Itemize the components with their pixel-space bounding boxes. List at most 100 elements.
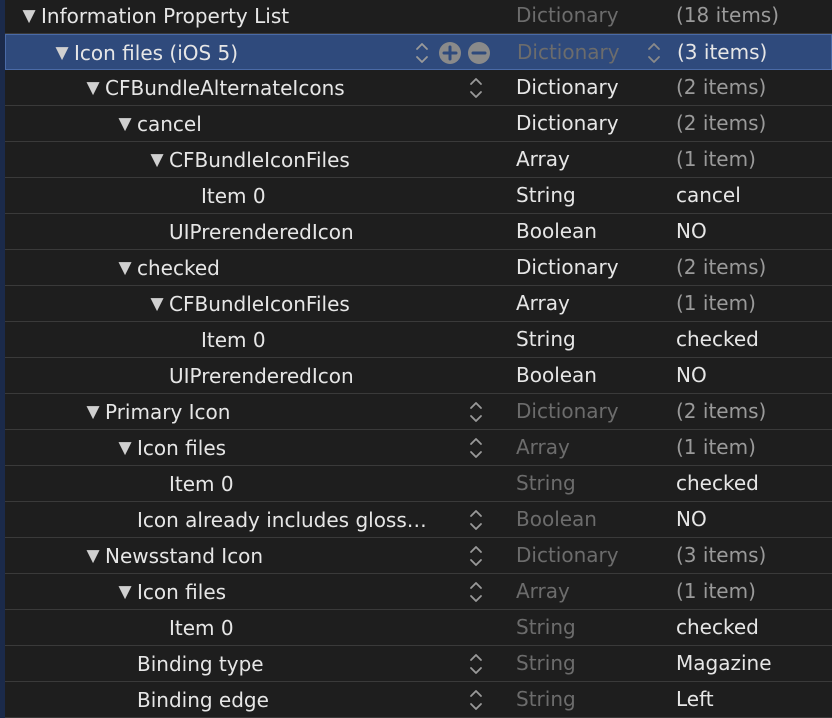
type-cell[interactable]: String [516,682,666,718]
plist-row[interactable]: ▼Icon already includes gloss… Boolean NO [5,502,832,538]
key-cell[interactable]: ▼Icon already includes gloss… [137,502,451,538]
type-cell[interactable]: String [516,466,666,502]
key-stepper-icon[interactable] [469,430,482,466]
remove-item-button[interactable] [468,42,490,64]
key-stepper-icon[interactable] [469,646,482,682]
plist-row[interactable]: ▼ CFBundleIconFiles Array (1 item) [5,142,832,178]
value-cell[interactable]: (1 item) [676,574,832,610]
value-cell[interactable]: NO [676,214,832,250]
key-cell[interactable]: ▼ cancel [115,106,505,142]
key-cell[interactable]: ▼ Icon files [115,430,451,466]
value-cell[interactable]: (2 items) [676,70,832,106]
disclosure-triangle-icon[interactable]: ▼ [147,287,167,321]
value-cell[interactable]: (1 item) [676,430,832,466]
type-cell[interactable]: Array [516,286,666,322]
disclosure-triangle-icon[interactable]: ▼ [115,107,135,141]
key-stepper-icon[interactable] [469,538,482,574]
plist-row[interactable]: ▼ CFBundleAlternateIcons Dictionary (2 item… [5,70,832,106]
type-cell[interactable]: String [516,610,666,646]
add-item-button[interactable] [439,42,461,64]
value-cell[interactable]: Magazine [676,646,832,682]
type-cell[interactable]: Array [516,574,666,610]
key-stepper-icon[interactable] [469,574,482,610]
key-cell[interactable]: ▼Item 0 [201,322,505,358]
type-cell[interactable]: Array [516,430,666,466]
disclosure-triangle-icon[interactable]: ▼ [83,395,103,429]
plist-row[interactable]: ▼ checked Dictionary (2 items) [5,250,832,286]
disclosure-triangle-icon[interactable]: ▼ [147,143,167,177]
value-cell[interactable]: checked [676,466,832,502]
key-cell[interactable]: ▼Item 0 [201,178,505,214]
type-cell[interactable]: Array [516,142,666,178]
value-cell[interactable]: (3 items) [676,538,832,574]
disclosure-triangle-icon[interactable]: ▼ [19,0,39,33]
disclosure-triangle-icon[interactable]: ▼ [115,575,135,609]
key-cell[interactable]: ▼UIPrerenderedIcon [169,358,505,394]
key-cell[interactable]: ▼Binding edge [137,682,451,718]
type-cell[interactable]: Boolean [516,502,666,538]
key-cell[interactable]: ▼ CFBundleAlternateIcons [83,70,451,106]
disclosure-triangle-icon[interactable]: ▼ [115,431,135,465]
type-cell[interactable]: Dictionary [516,538,666,574]
key-cell[interactable]: ▼ checked [115,250,505,286]
plist-row[interactable]: ▼ Icon files Array (1 item) [5,430,832,466]
value-cell[interactable]: NO [676,502,832,538]
plist-row[interactable]: ▼UIPrerenderedIcon Boolean NO [5,214,832,250]
plist-row[interactable]: ▼ Information Property List Dictionary (18 … [5,0,832,34]
plist-row[interactable]: ▼ Icon files Array (1 item) [5,574,832,610]
type-cell[interactable]: Dictionary [516,394,666,430]
value-cell[interactable]: (2 items) [676,106,832,142]
key-cell[interactable]: ▼UIPrerenderedIcon [169,214,505,250]
plist-row[interactable]: ▼Binding type String Magazine [5,646,832,682]
key-cell[interactable]: ▼ Icon files (iOS 5) [52,35,452,71]
plist-row[interactable]: ▼Item 0 String checked [5,322,832,358]
plist-row[interactable]: ▼UIPrerenderedIcon Boolean NO [5,358,832,394]
type-cell[interactable]: String [516,178,666,214]
plist-row[interactable]: ▼Item 0 String checked [5,466,832,502]
key-stepper-icon[interactable] [469,70,482,106]
key-stepper-icon[interactable] [469,502,482,538]
type-cell[interactable]: String [516,322,666,358]
value-cell[interactable]: (1 item) [676,142,832,178]
key-cell[interactable]: ▼Binding type [137,646,451,682]
key-cell[interactable]: ▼Item 0 [169,610,505,646]
type-cell[interactable]: Dictionary [516,106,666,142]
value-cell[interactable]: checked [676,610,832,646]
disclosure-triangle-icon[interactable]: ▼ [83,539,103,573]
value-cell[interactable]: NO [676,358,832,394]
plist-row[interactable]: ▼ Icon files (iOS 5) Dictionary (3 items) [5,34,832,70]
plist-row[interactable]: ▼ cancel Dictionary (2 items) [5,106,832,142]
plist-row[interactable]: ▼Item 0 String checked [5,610,832,646]
value-cell[interactable]: cancel [676,178,832,214]
key-cell[interactable]: ▼ CFBundleIconFiles [147,142,505,178]
value-cell[interactable]: (2 items) [676,250,832,286]
plist-row[interactable]: ▼Item 0 String cancel [5,178,832,214]
disclosure-triangle-icon[interactable]: ▼ [52,36,72,70]
type-cell[interactable]: String [516,646,666,682]
type-cell[interactable]: Boolean [516,358,666,394]
plist-row[interactable]: ▼ CFBundleIconFiles Array (1 item) [5,286,832,322]
key-stepper-icon[interactable] [469,394,482,430]
value-cell[interactable]: Left [676,682,832,718]
type-cell[interactable]: Dictionary [516,250,666,286]
plist-row[interactable]: ▼Binding edge String Left [5,682,832,718]
key-cell[interactable]: ▼ CFBundleIconFiles [147,286,505,322]
disclosure-triangle-icon[interactable]: ▼ [115,251,135,285]
type-cell[interactable]: Dictionary [517,35,667,71]
key-cell[interactable]: ▼ Information Property List [19,0,505,34]
value-cell[interactable]: (18 items) [676,0,832,34]
key-cell[interactable]: ▼ Newsstand Icon [83,538,451,574]
value-cell[interactable]: (1 item) [676,286,832,322]
key-cell[interactable]: ▼Item 0 [169,466,505,502]
key-cell[interactable]: ▼ Icon files [115,574,451,610]
plist-row[interactable]: ▼ Newsstand Icon Dictionary (3 items) [5,538,832,574]
key-cell[interactable]: ▼ Primary Icon [83,394,451,430]
value-cell[interactable]: (3 items) [677,35,832,71]
key-stepper-icon[interactable] [469,682,482,718]
type-cell[interactable]: Dictionary [516,70,666,106]
key-type-stepper-icon[interactable] [415,35,428,71]
type-stepper-icon[interactable] [647,35,660,71]
value-cell[interactable]: checked [676,322,832,358]
plist-row[interactable]: ▼ Primary Icon Dictionary (2 items) [5,394,832,430]
type-cell[interactable]: Boolean [516,214,666,250]
